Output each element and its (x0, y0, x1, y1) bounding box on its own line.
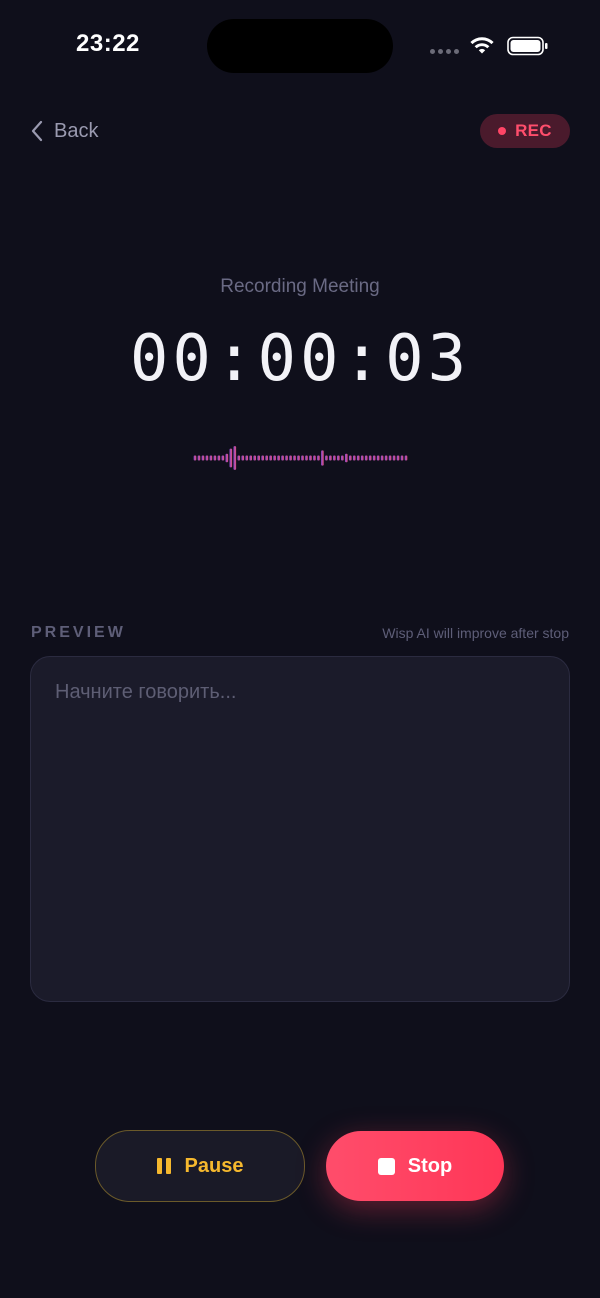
recording-dot-icon (498, 127, 507, 135)
chevron-left-icon (31, 120, 43, 142)
waveform-bar (364, 455, 368, 461)
waveform-bar (241, 455, 245, 461)
waveform-bar (249, 455, 253, 461)
waveform-bar (325, 455, 328, 461)
pause-label: Pause (184, 1154, 244, 1177)
rec-label: REC (515, 121, 552, 140)
stop-button[interactable]: Stop (326, 1131, 504, 1201)
waveform-bar (376, 455, 380, 461)
signal-dots-icon (430, 49, 460, 55)
waveform-bar (257, 455, 260, 461)
waveform-bar (341, 455, 344, 461)
waveform-bar (205, 455, 209, 461)
waveform-bar (201, 455, 205, 461)
recording-mode-label: Recording Meeting (220, 276, 380, 297)
waveform-bar (197, 455, 201, 461)
waveform-bar (392, 455, 396, 461)
waveform-bar (289, 455, 292, 461)
transcript-preview: Начните говорить... (30, 656, 570, 1002)
audio-waveform (193, 446, 408, 470)
waveform-bar (396, 455, 400, 461)
waveform-bar (285, 455, 288, 461)
pause-icon (156, 1158, 171, 1174)
preview-hint: Wisp AI will improve after stop (382, 625, 569, 641)
waveform-bar (388, 455, 392, 461)
waveform-bar (356, 455, 360, 461)
waveform-bar (352, 455, 356, 461)
waveform-bar (265, 455, 268, 461)
waveform-bar (221, 455, 225, 461)
waveform-bar (305, 455, 308, 461)
waveform-bar (233, 446, 237, 470)
waveform-bar (313, 455, 316, 461)
waveform-bar (337, 455, 340, 461)
waveform-bar (344, 453, 348, 463)
status-time: 23:22 (76, 30, 140, 57)
waveform-bar (293, 455, 296, 461)
waveform-bar (217, 455, 221, 461)
waveform-bar (237, 455, 241, 461)
preview-title: PREVIEW (31, 624, 126, 641)
waveform-bar (225, 453, 229, 463)
waveform-bar (301, 455, 304, 461)
rec-badge: REC (480, 114, 570, 148)
waveform-bar (245, 455, 249, 461)
waveform-bar (213, 455, 217, 461)
preview-placeholder: Начните говорить... (55, 681, 237, 703)
back-label: Back (54, 119, 99, 142)
waveform-bar (333, 455, 336, 461)
waveform-bar (277, 455, 280, 461)
recording-timer: 00:00:03 (129, 322, 471, 396)
recording-screen: 23:22 Back REC Recording Meeting 00:00:0… (0, 0, 600, 1298)
battery-icon (507, 36, 548, 56)
stop-icon (377, 1157, 395, 1175)
waveform-bar (229, 448, 233, 468)
wifi-icon (470, 37, 494, 54)
waveform-bar (384, 455, 388, 461)
waveform-bar (261, 455, 264, 461)
waveform-bar (273, 455, 276, 461)
waveform-bar (209, 455, 213, 461)
waveform-bar (281, 455, 284, 461)
waveform-bar (400, 455, 404, 461)
waveform-bar (368, 455, 372, 461)
waveform-bar (309, 455, 312, 461)
waveform-bar (297, 455, 300, 461)
waveform-bar (321, 450, 324, 466)
waveform-bar (348, 455, 352, 461)
back-button[interactable]: Back (30, 116, 98, 146)
waveform-bar (317, 455, 320, 461)
waveform-bar (360, 455, 364, 461)
waveform-bar (253, 455, 257, 461)
waveform-bar (193, 455, 197, 461)
waveform-bar (372, 455, 376, 461)
pause-button[interactable]: Pause (95, 1130, 305, 1202)
stop-label: Stop (407, 1154, 453, 1177)
waveform-bar (329, 455, 332, 461)
waveform-bar (380, 455, 384, 461)
dynamic-island (207, 19, 393, 73)
waveform-bar (269, 455, 272, 461)
waveform-bar (404, 455, 408, 461)
